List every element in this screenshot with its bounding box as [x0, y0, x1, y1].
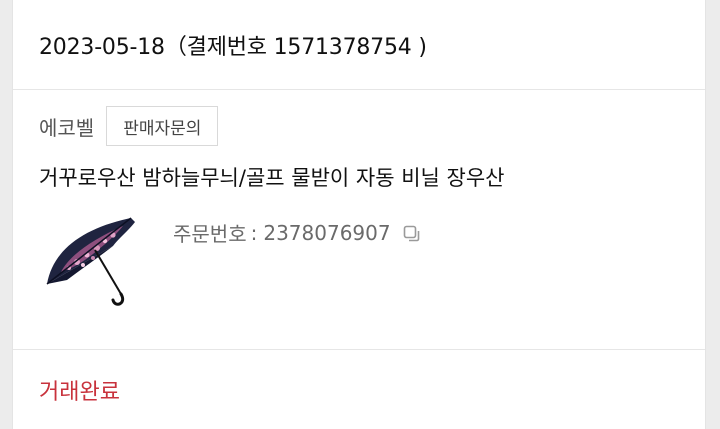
- order-footer: 거래완료: [13, 350, 705, 429]
- contact-seller-button[interactable]: 판매자문의: [106, 106, 219, 146]
- order-number-label: 주문번호: [173, 222, 247, 246]
- order-header: 2023-05-18（결제번호 1571378754 ): [13, 0, 705, 90]
- order-body: 에코벨 판매자문의 거꾸로우산 밤하늘무늬/골프 물받이 자동 비닐 장우산 주…: [13, 90, 705, 350]
- seller-row: 에코벨 판매자문의: [39, 106, 219, 146]
- order-card: 2023-05-18（결제번호 1571378754 ) 에코벨 판매자문의 거…: [12, 0, 706, 429]
- order-number-row: 주문번호 : 2378076907: [173, 218, 421, 247]
- order-status: 거래완료: [39, 379, 120, 405]
- order-number-separator: :: [250, 220, 258, 245]
- copy-icon[interactable]: [403, 224, 421, 242]
- product-thumbnail[interactable]: [43, 210, 143, 310]
- product-name[interactable]: 거꾸로우산 밤하늘무늬/골프 물받이 자동 비닐 장우산: [39, 162, 505, 192]
- order-date-payment: 2023-05-18（결제번호 1571378754 ): [39, 34, 427, 60]
- umbrella-image: [46, 217, 135, 306]
- order-number-value: 2378076907: [263, 220, 391, 245]
- seller-name[interactable]: 에코벨: [39, 112, 94, 141]
